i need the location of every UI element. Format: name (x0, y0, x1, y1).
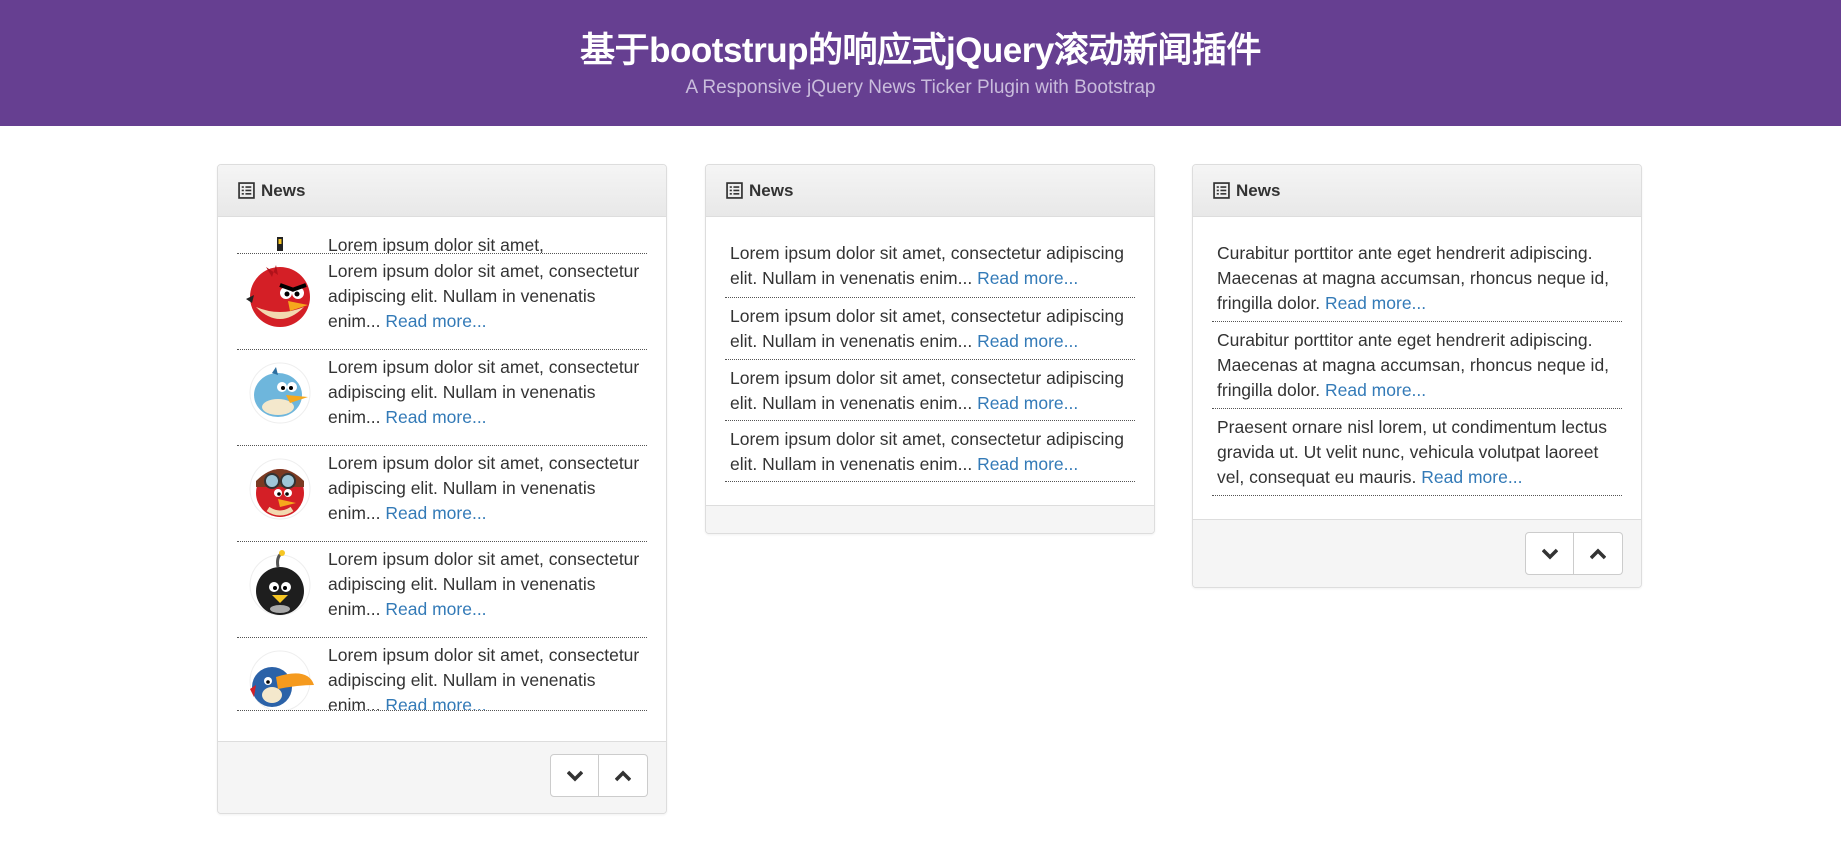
list-alt-icon (1213, 182, 1230, 199)
news-text: Lorem ipsum dolor sit amet, consectetur … (328, 259, 642, 334)
news-text: Curabitur porttitor ante eget hendrerit … (1217, 328, 1617, 403)
news-panel-2: News Lorem ipsum dolor sit amet, consect… (705, 164, 1155, 534)
list-item: Curabitur porttitor ante eget hendrerit … (1212, 322, 1622, 409)
list-alt-icon (726, 182, 743, 199)
news-panel-3: News Curabitur porttitor ante eget hendr… (1192, 164, 1642, 588)
black-bomb-bird-icon (242, 547, 318, 623)
ticker-controls (1525, 532, 1623, 575)
list-item: Lorem ipsum dolor sit amet, consectetur … (725, 360, 1135, 421)
chevron-up-icon (1590, 548, 1606, 559)
panel-footer (1193, 519, 1641, 587)
news-text-body: Praesent ornare nisl lorem, ut condiment… (1217, 417, 1608, 487)
list-item: Lorem ipsum dolor sit amet, consectetur … (237, 446, 647, 542)
read-more-link[interactable]: Read more... (1325, 293, 1426, 313)
news-panel-1: News Lorem ipsum dolor sit amet, Lorem i… (217, 164, 667, 814)
pilot-angry-bird-icon (242, 451, 318, 527)
read-more-link[interactable]: Read more... (385, 695, 486, 710)
read-more-link[interactable]: Read more... (385, 599, 486, 619)
read-more-link[interactable]: Read more... (977, 268, 1078, 288)
read-more-link[interactable]: Read more... (977, 454, 1078, 474)
list-item: Lorem ipsum dolor sit amet, consectetur … (725, 298, 1135, 360)
list-item: Lorem ipsum dolor sit amet, consectetur … (237, 254, 647, 350)
next-button[interactable] (1525, 532, 1574, 575)
list-item: Lorem ipsum dolor sit amet, consectetur … (725, 421, 1135, 482)
panel-footer (706, 505, 1154, 533)
news-text: Lorem ipsum dolor sit amet, (328, 237, 544, 254)
news-text: Lorem ipsum dolor sit amet, consectetur … (730, 304, 1130, 354)
read-more-link[interactable]: Read more... (1421, 467, 1522, 487)
read-more-link[interactable]: Read more... (385, 407, 486, 427)
list-alt-icon (238, 182, 255, 199)
news-text: Lorem ipsum dolor sit amet, consectetur … (730, 241, 1130, 291)
news-list[interactable]: Curabitur porttitor ante eget hendrerit … (1193, 217, 1641, 519)
chevron-down-icon (1541, 548, 1558, 559)
red-angry-bird-icon (242, 259, 318, 335)
list-item: Lorem ipsum dolor sit amet, consectetur … (237, 638, 647, 711)
chevron-down-icon (566, 770, 583, 781)
page-subtitle: A Responsive jQuery News Ticker Plugin w… (685, 77, 1156, 98)
blue-angry-bird-icon (242, 355, 318, 431)
panel-heading: News (1193, 165, 1641, 217)
page-header: 基于bootstrup的响应式jQuery滚动新闻插件 A Responsive… (0, 0, 1841, 126)
news-text: Lorem ipsum dolor sit amet, consectetur … (328, 451, 642, 526)
panel-heading: News (218, 165, 666, 217)
news-text: Curabitur porttitor ante eget hendrerit … (1217, 241, 1617, 316)
news-text: Lorem ipsum dolor sit amet, consectetur … (730, 366, 1130, 416)
read-more-link[interactable]: Read more... (977, 393, 1078, 413)
panel-footer (218, 741, 666, 813)
list-item: Lorem ipsum dolor sit amet, consectetur … (725, 237, 1135, 298)
toucan-bird-icon (242, 643, 318, 710)
panel-heading-label: News (261, 180, 306, 200)
news-text: Praesent ornare nisl lorem, ut condiment… (1217, 415, 1617, 490)
read-more-link[interactable]: Read more... (385, 311, 486, 331)
panel-heading-label: News (1236, 180, 1281, 200)
read-more-link[interactable]: Read more... (977, 331, 1078, 351)
next-button[interactable] (550, 754, 599, 797)
read-more-link[interactable]: Read more... (1325, 380, 1426, 400)
list-item: Lorem ipsum dolor sit amet, consectetur … (237, 350, 647, 446)
list-item: Lorem ipsum dolor sit amet, (237, 237, 647, 254)
news-text: Lorem ipsum dolor sit amet, consectetur … (328, 643, 642, 710)
panel-heading-label: News (749, 180, 794, 200)
news-list[interactable]: Lorem ipsum dolor sit amet, Lorem ipsum … (218, 217, 666, 741)
bird-thumbnail-partial (242, 237, 318, 253)
news-text: Lorem ipsum dolor sit amet, consectetur … (328, 547, 642, 622)
news-list[interactable]: Lorem ipsum dolor sit amet, consectetur … (706, 217, 1154, 505)
news-text: Lorem ipsum dolor sit amet, consectetur … (730, 427, 1130, 477)
prev-button[interactable] (599, 754, 648, 797)
panel-heading: News (706, 165, 1154, 217)
chevron-up-icon (615, 770, 631, 781)
news-text: Lorem ipsum dolor sit amet, consectetur … (328, 355, 642, 430)
page-title: 基于bootstrup的响应式jQuery滚动新闻插件 (580, 31, 1261, 70)
ticker-controls (550, 754, 648, 797)
prev-button[interactable] (1574, 532, 1623, 575)
list-item: Lorem ipsum dolor sit amet, consectetur … (237, 542, 647, 638)
list-item: Curabitur porttitor ante eget hendrerit … (1212, 237, 1622, 322)
list-item: Praesent ornare nisl lorem, ut condiment… (1212, 409, 1622, 496)
read-more-link[interactable]: Read more... (385, 503, 486, 523)
